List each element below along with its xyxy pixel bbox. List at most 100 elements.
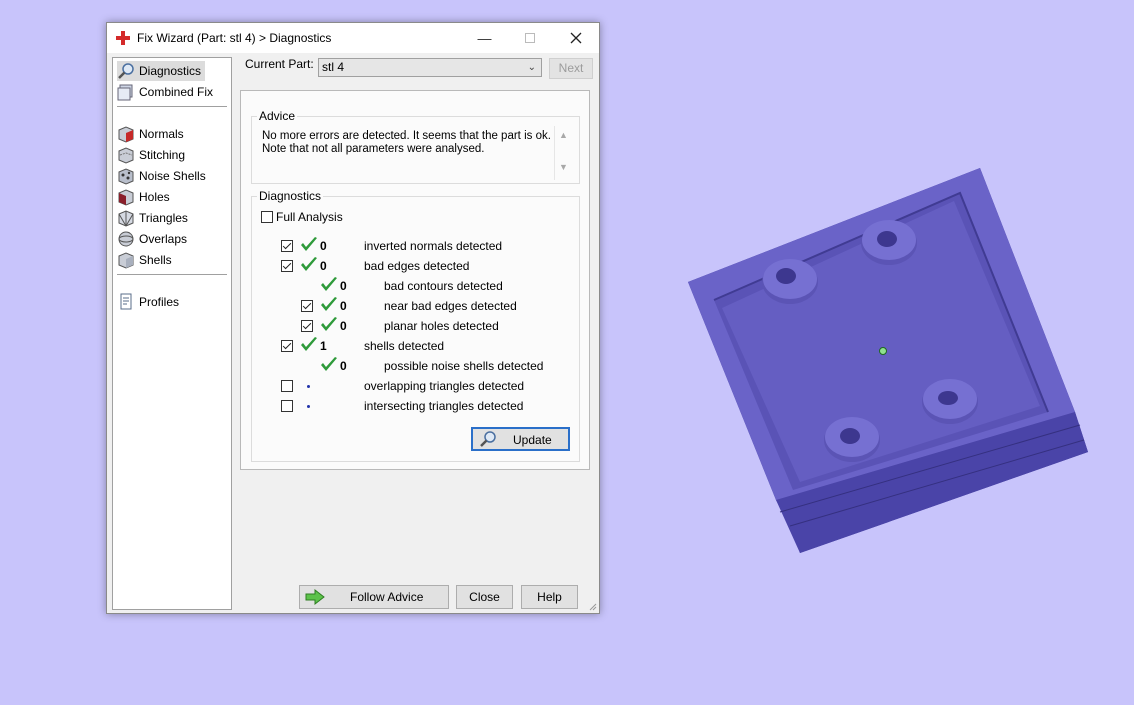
diagnostic-checkbox[interactable]	[281, 240, 293, 252]
close-icon[interactable]	[553, 23, 598, 53]
stitching-cube-icon	[118, 147, 134, 164]
triangles-cube-icon	[118, 210, 134, 227]
diagnostic-checkbox[interactable]	[281, 380, 293, 392]
sidebar-item-overlaps[interactable]: Overlaps	[117, 229, 191, 249]
window-title: Fix Wizard (Part: stl 4) > Diagnostics	[137, 31, 332, 45]
layers-icon	[117, 84, 133, 101]
green-check-icon	[321, 357, 337, 371]
center-marker	[879, 347, 887, 355]
diagnostic-label: inverted normals detected	[364, 239, 503, 253]
green-check-icon	[301, 257, 317, 271]
follow-advice-label: Follow Advice	[350, 590, 424, 604]
chevron-down-icon: ⌄	[527, 62, 536, 73]
sidebar-item-stitching[interactable]: Stitching	[117, 145, 189, 165]
arrow-right-icon	[305, 588, 325, 606]
next-button[interactable]: Next	[549, 58, 593, 79]
advice-scrollbar[interactable]: ▲ ▼	[554, 126, 572, 180]
sidebar-item-noise-shells[interactable]: Noise Shells	[117, 166, 210, 186]
diagnostic-checkbox[interactable]	[281, 340, 293, 352]
scroll-up-icon[interactable]: ▲	[559, 130, 568, 140]
diagnostic-count: 1	[320, 339, 327, 353]
green-check-icon	[301, 237, 317, 251]
normals-cube-icon	[118, 126, 134, 143]
fix-wizard-window: Fix Wizard (Part: stl 4) > Diagnostics —…	[106, 22, 600, 614]
shells-cube-icon	[118, 252, 134, 269]
boss-bottom-left	[824, 417, 880, 462]
sidebar-item-label: Noise Shells	[139, 169, 206, 183]
update-label: Update	[513, 433, 552, 447]
pending-dot-icon	[307, 385, 310, 388]
sidebar-item-label: Combined Fix	[139, 85, 214, 99]
maximize-icon[interactable]	[507, 23, 552, 53]
sidebar-item-label: Stitching	[139, 148, 186, 162]
sidebar: Diagnostics Combined Fix Normals Stitchi…	[112, 57, 232, 610]
diagnostic-count: 0	[340, 279, 347, 293]
close-button[interactable]: Close	[456, 585, 513, 609]
boss-bottom-right	[922, 379, 978, 424]
title-bar[interactable]: Fix Wizard (Part: stl 4) > Diagnostics —	[107, 23, 599, 53]
sidebar-item-label: Overlaps	[139, 232, 188, 246]
sidebar-item-label: Normals	[139, 127, 184, 141]
magnifier-icon	[480, 431, 496, 447]
current-part-select[interactable]: stl 4 ⌄	[318, 58, 542, 77]
current-part-value: stl 4	[322, 60, 345, 74]
diagnostic-count: 0	[340, 359, 347, 373]
help-button[interactable]: Help	[521, 585, 578, 609]
diagnostic-label: near bad edges detected	[384, 299, 517, 313]
document-icon	[120, 293, 132, 310]
diagnostic-label: shells detected	[364, 339, 445, 353]
magnifier-icon	[118, 63, 134, 79]
green-check-icon	[321, 317, 337, 331]
scroll-down-icon[interactable]: ▼	[559, 162, 568, 172]
noise-shells-icon	[118, 168, 134, 185]
green-check-icon	[321, 277, 337, 291]
sidebar-item-shells[interactable]: Shells	[117, 250, 176, 270]
sidebar-item-label: Holes	[139, 190, 170, 204]
diagnostic-checkbox[interactable]	[301, 320, 313, 332]
full-analysis-label: Full Analysis	[276, 210, 343, 224]
sidebar-item-combined-fix[interactable]: Combined Fix	[117, 82, 217, 102]
diagnostic-checkbox[interactable]	[301, 300, 313, 312]
diagnostic-checkbox[interactable]	[281, 260, 293, 272]
diagnostic-label: bad contours detected	[384, 279, 503, 293]
sidebar-item-label: Shells	[139, 253, 172, 267]
diagnostic-count: 0	[320, 259, 327, 273]
sidebar-item-normals[interactable]: Normals	[117, 124, 188, 144]
diagnostic-label: overlapping triangles detected	[364, 379, 525, 393]
diagnostic-label: intersecting triangles detected	[364, 399, 524, 413]
minimize-icon[interactable]: —	[462, 23, 507, 53]
advice-title: Advice	[257, 109, 298, 123]
current-part-label: Current Part:	[245, 57, 314, 71]
diagnostic-label: bad edges detected	[364, 259, 470, 273]
sidebar-item-label: Profiles	[139, 295, 180, 309]
red-cross-icon	[116, 31, 130, 45]
sidebar-item-label: Diagnostics	[139, 64, 202, 78]
diagnostics-title: Diagnostics	[257, 189, 324, 203]
update-button[interactable]: Update	[471, 427, 570, 451]
sidebar-item-holes[interactable]: Holes	[117, 187, 174, 207]
advice-text: No more errors are detected. It seems th…	[262, 130, 552, 156]
sidebar-item-profiles[interactable]: Profiles	[117, 292, 183, 312]
pending-dot-icon	[307, 405, 310, 408]
green-check-icon	[301, 337, 317, 351]
resize-grip-icon[interactable]	[587, 601, 597, 611]
boss-top-left	[762, 259, 818, 304]
green-check-icon	[321, 297, 337, 311]
full-analysis-checkbox[interactable]	[261, 211, 273, 223]
diagnostic-label: possible noise shells detected	[384, 359, 544, 373]
sidebar-separator	[117, 274, 227, 275]
sidebar-item-triangles[interactable]: Triangles	[117, 208, 192, 228]
holes-cube-icon	[118, 189, 134, 206]
diagnostic-count: 0	[340, 319, 347, 333]
advice-line: Note that not all parameters were analys…	[262, 143, 485, 155]
sidebar-item-label: Triangles	[139, 211, 188, 225]
diagnostic-checkbox[interactable]	[281, 400, 293, 412]
follow-advice-button[interactable]: Follow Advice	[299, 585, 449, 609]
diagnostic-count: 0	[340, 299, 347, 313]
diagnostic-count: 0	[320, 239, 327, 253]
sidebar-item-diagnostics[interactable]: Diagnostics	[117, 61, 206, 81]
diagnostic-label: planar holes detected	[384, 319, 499, 333]
boss-top-right	[861, 220, 917, 265]
sidebar-separator	[117, 106, 227, 107]
overlaps-icon	[118, 231, 134, 247]
